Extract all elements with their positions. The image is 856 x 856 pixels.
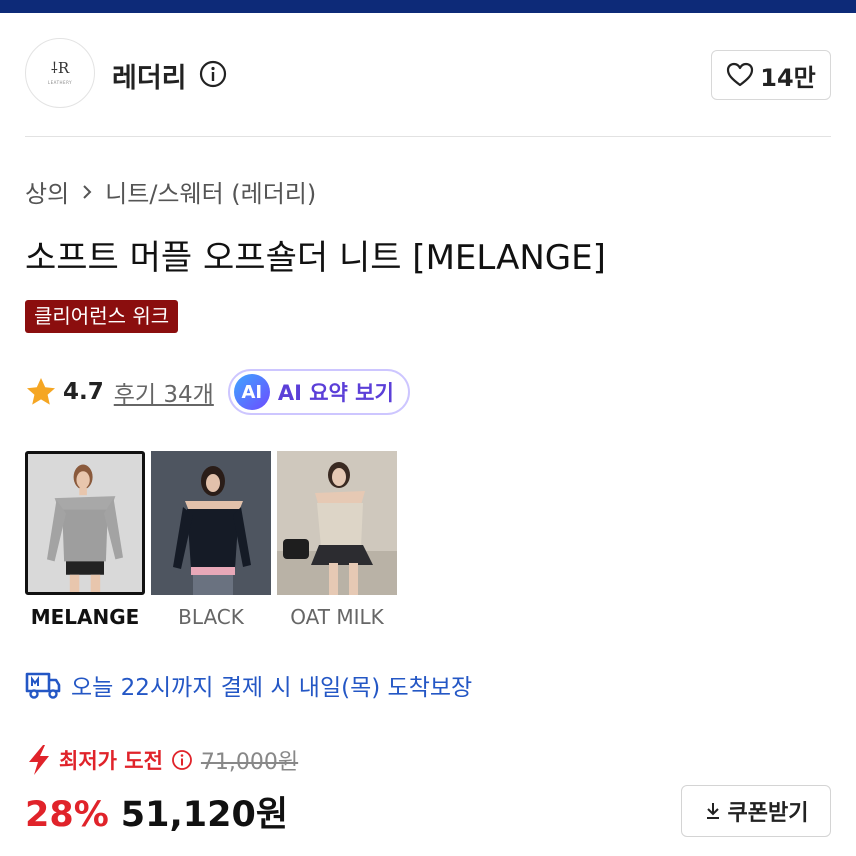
heart-icon	[727, 62, 754, 87]
ai-summary-label: AI 요약 보기	[277, 381, 394, 405]
info-icon[interactable]	[199, 60, 227, 88]
rating-row: 4.7 후기 34개 AI AI 요약 보기	[25, 368, 410, 416]
logo-subtext: LEATHERY	[47, 80, 73, 85]
star-icon	[27, 378, 55, 405]
variant-melange[interactable]: MELANGE	[25, 451, 145, 629]
ai-summary-button[interactable]: AI AI 요약 보기	[227, 369, 410, 415]
variant-black[interactable]: BLACK	[151, 451, 271, 629]
sale-price: 51,120원	[120, 795, 289, 835]
rating-value: 4.7	[63, 379, 104, 405]
truck-icon	[25, 672, 61, 699]
store-logo[interactable]: ⸸R LEATHERY	[25, 38, 95, 108]
lowest-price-row: 최저가 도전 71,000원	[25, 744, 298, 776]
product-title: 소프트 머플 오프숄더 니트 [MELANGE]	[25, 238, 606, 278]
variant-oat-milk[interactable]: OAT MILK	[277, 451, 397, 629]
breadcrumb: 상의 니트/스웨터 (레더리)	[25, 174, 316, 209]
divider	[25, 136, 831, 137]
price-row: 28% 51,120원	[25, 786, 288, 837]
variant-label: MELANGE	[30, 605, 140, 629]
variant-thumbnail[interactable]	[151, 451, 271, 595]
like-store-button[interactable]: 14만	[711, 50, 831, 100]
download-coupon-button[interactable]: 쿠폰받기	[681, 785, 831, 837]
variant-label: OAT MILK	[290, 605, 384, 629]
like-count: 14만	[760, 63, 816, 92]
variant-thumbnail[interactable]	[25, 451, 145, 595]
variant-thumbnail[interactable]	[277, 451, 397, 595]
product-photo-melange	[28, 454, 142, 592]
breadcrumb-subcategory[interactable]: 니트/스웨터 (레더리)	[105, 174, 316, 209]
variant-label: BLACK	[178, 605, 244, 629]
product-photo-oat-milk	[277, 451, 397, 595]
info-icon[interactable]	[171, 749, 193, 771]
delivery-guarantee: 오늘 22시까지 결제 시 내일(목) 도착보장	[25, 668, 472, 702]
promo-badge: 클리어런스 위크	[25, 300, 179, 333]
original-price: 71,000원	[200, 750, 299, 775]
reviews-link[interactable]: 후기 34개	[114, 375, 214, 409]
delivery-text: 오늘 22시까지 결제 시 내일(목) 도착보장	[71, 675, 473, 701]
store-name[interactable]: 레더리	[112, 56, 187, 95]
store-header: ⸸R LEATHERY 레더리 14만	[25, 38, 831, 110]
discount-rate: 28%	[25, 795, 109, 835]
chevron-right-icon	[83, 184, 92, 199]
lowest-price-label: 최저가 도전	[59, 749, 163, 773]
download-icon	[706, 803, 719, 819]
ai-icon: AI	[233, 374, 270, 410]
product-photo-black	[151, 451, 271, 595]
breadcrumb-category[interactable]: 상의	[25, 174, 69, 209]
coupon-label: 쿠폰받기	[727, 801, 809, 826]
lightning-icon	[29, 745, 49, 775]
logo-mark: ⸸R	[50, 59, 70, 77]
color-variants: MELANGE BLACK OAT MILK	[25, 451, 397, 629]
top-navigation-bar	[0, 0, 856, 13]
